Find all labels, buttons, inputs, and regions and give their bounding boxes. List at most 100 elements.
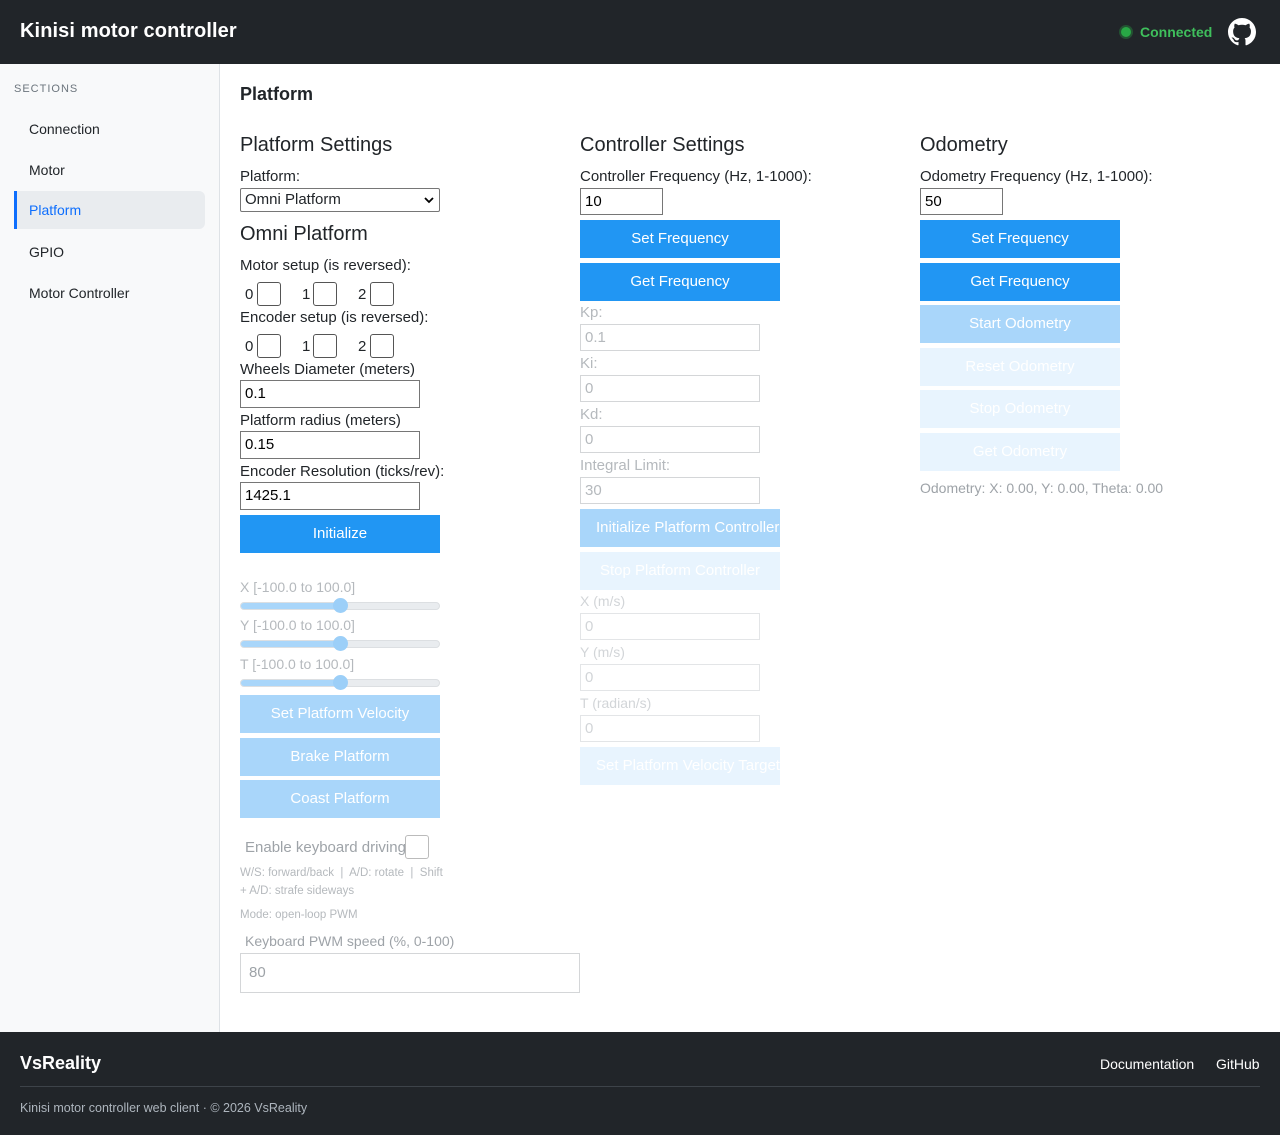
sidebar-item-gpio[interactable]: GPIO: [14, 233, 205, 271]
odometry-frequency-label: Odometry Frequency (Hz, 1-1000):: [920, 168, 1153, 185]
keyboard-hint-line1: W/S: forward/back | A/D: rotate | Shift: [240, 867, 443, 879]
footer-brand: VsReality: [20, 1053, 102, 1073]
encoder-1-reversed-checkbox[interactable]: [313, 334, 337, 358]
initialize-button[interactable]: Initialize: [240, 515, 440, 553]
chevron-down-icon: [424, 196, 434, 203]
encoder-index-0: 0: [245, 338, 254, 355]
keyboard-driving-checkbox[interactable]: [405, 835, 429, 859]
controller-settings-title: Controller Settings: [580, 134, 745, 156]
y-slider-fill: [241, 641, 340, 647]
kd-input[interactable]: 0: [580, 426, 760, 453]
sidebar-heading: SECTIONS: [14, 83, 79, 95]
motor-2-reversed-checkbox[interactable]: [370, 282, 394, 306]
controller-get-frequency-button[interactable]: Get Frequency: [580, 263, 780, 301]
pwm-speed-input[interactable]: 80: [240, 953, 580, 993]
wheels-diameter-label: Wheels Diameter (meters): [240, 361, 416, 378]
velocity-y-label: Y (m/s): [580, 644, 625, 660]
encoder-setup-label: Encoder setup (is reversed):: [240, 309, 429, 326]
velocity-t-input[interactable]: 0: [580, 715, 760, 742]
motor-0-reversed-checkbox[interactable]: [257, 282, 281, 306]
velocity-x-input[interactable]: 0: [580, 613, 760, 640]
stop-odometry-button[interactable]: Stop Odometry: [920, 390, 1120, 428]
sidebar-item-motor[interactable]: Motor: [14, 151, 205, 189]
coast-platform-button[interactable]: Coast Platform: [240, 780, 440, 818]
drive-mode-text: Mode: open-loop PWM: [240, 909, 358, 921]
x-slider-thumb[interactable]: [332, 598, 348, 613]
footer-divider: [20, 1086, 1260, 1087]
y-slider-label: Y [-100.0 to 100.0]: [240, 617, 355, 633]
sidebar: SECTIONS Connection Motor Platform GPIO …: [0, 64, 220, 1032]
platform-settings-title: Platform Settings: [240, 134, 393, 156]
initialize-controller-button[interactable]: Initialize Platform Controller: [580, 509, 780, 547]
footer: VsReality Documentation GitHub Kinisi mo…: [0, 1032, 1280, 1135]
motor-setup-label: Motor setup (is reversed):: [240, 257, 411, 274]
x-slider-fill: [241, 603, 340, 609]
keyboard-hint-line2: + A/D: strafe sideways: [240, 885, 355, 897]
connection-status: Connected: [1121, 24, 1212, 40]
odometry-readout: Odometry: X: 0.00, Y: 0.00, Theta: 0.00: [920, 480, 1164, 496]
t-slider[interactable]: [240, 675, 440, 690]
controller-frequency-input[interactable]: 10: [580, 188, 663, 215]
keyboard-driving-label: Enable keyboard driving: [245, 839, 406, 856]
odometry-set-frequency-button[interactable]: Set Frequency: [920, 220, 1120, 258]
kd-label: Kd:: [580, 406, 603, 423]
motor-index-1: 1: [302, 286, 311, 303]
kp-input[interactable]: 0.1: [580, 324, 760, 351]
start-odometry-button[interactable]: Start Odometry: [920, 305, 1120, 343]
platform-radius-input[interactable]: 0.15: [240, 431, 420, 459]
sidebar-item-platform[interactable]: Platform: [14, 191, 205, 229]
y-slider-thumb[interactable]: [332, 636, 348, 651]
status-text: Connected: [1140, 24, 1213, 40]
motor-index-2: 2: [358, 286, 367, 303]
y-slider[interactable]: [240, 636, 440, 651]
stop-controller-button[interactable]: Stop Platform Controller: [580, 552, 780, 590]
t-slider-thumb[interactable]: [332, 675, 348, 690]
set-velocity-target-button[interactable]: Set Platform Velocity Target: [580, 747, 780, 785]
footer-copyright: Kinisi motor controller web client · © 2…: [20, 1101, 308, 1115]
documentation-link[interactable]: Documentation: [1100, 1056, 1194, 1072]
odometry-get-frequency-button[interactable]: Get Frequency: [920, 263, 1120, 301]
odometry-title: Odometry: [920, 134, 1008, 156]
encoder-resolution-input[interactable]: 1425.1: [240, 482, 420, 510]
status-dot-icon: [1121, 27, 1131, 37]
omni-platform-subtitle: Omni Platform: [240, 223, 368, 245]
app-title: Kinisi motor controller: [20, 20, 237, 42]
github-icon[interactable]: [1228, 18, 1256, 46]
x-slider-label: X [-100.0 to 100.0]: [240, 579, 356, 595]
velocity-y-input[interactable]: 0: [580, 664, 760, 691]
x-slider[interactable]: [240, 598, 440, 613]
sidebar-item-motor-controller[interactable]: Motor Controller: [14, 274, 205, 312]
encoder-resolution-label: Encoder Resolution (ticks/rev):: [240, 463, 445, 480]
platform-radius-label: Platform radius (meters): [240, 412, 401, 429]
motor-1-reversed-checkbox[interactable]: [313, 282, 337, 306]
ki-input[interactable]: 0: [580, 375, 760, 402]
page-title: Platform: [240, 84, 314, 104]
set-platform-velocity-button[interactable]: Set Platform Velocity: [240, 695, 440, 733]
main-content: Platform Platform Settings Platform: Omn…: [220, 64, 1280, 1032]
encoder-index-2: 2: [358, 338, 367, 355]
velocity-x-label: X (m/s): [580, 593, 626, 609]
odometry-frequency-input[interactable]: 50: [920, 188, 1003, 215]
kp-label: Kp:: [580, 304, 603, 321]
top-bar: Kinisi motor controller Connected: [0, 0, 1280, 64]
github-link[interactable]: GitHub: [1216, 1056, 1260, 1072]
get-odometry-button[interactable]: Get Odometry: [920, 433, 1120, 471]
brake-platform-button[interactable]: Brake Platform: [240, 738, 440, 776]
controller-frequency-label: Controller Frequency (Hz, 1-1000):: [580, 168, 812, 185]
wheels-diameter-input[interactable]: 0.1: [240, 380, 420, 408]
sidebar-item-connection[interactable]: Connection: [14, 110, 205, 148]
encoder-0-reversed-checkbox[interactable]: [257, 334, 281, 358]
t-slider-fill: [241, 680, 340, 686]
platform-select-value: Omni Platform: [245, 191, 341, 208]
platform-select-label: Platform:: [240, 168, 301, 185]
t-slider-label: T [-100.0 to 100.0]: [240, 656, 355, 672]
integral-limit-input[interactable]: 30: [580, 477, 760, 504]
encoder-index-1: 1: [302, 338, 311, 355]
controller-set-frequency-button[interactable]: Set Frequency: [580, 220, 780, 258]
velocity-t-label: T (radian/s): [580, 695, 652, 711]
encoder-2-reversed-checkbox[interactable]: [370, 334, 394, 358]
platform-select[interactable]: Omni Platform: [240, 188, 440, 212]
reset-odometry-button[interactable]: Reset Odometry: [920, 348, 1120, 386]
ki-label: Ki:: [580, 355, 598, 372]
motor-index-0: 0: [245, 286, 254, 303]
